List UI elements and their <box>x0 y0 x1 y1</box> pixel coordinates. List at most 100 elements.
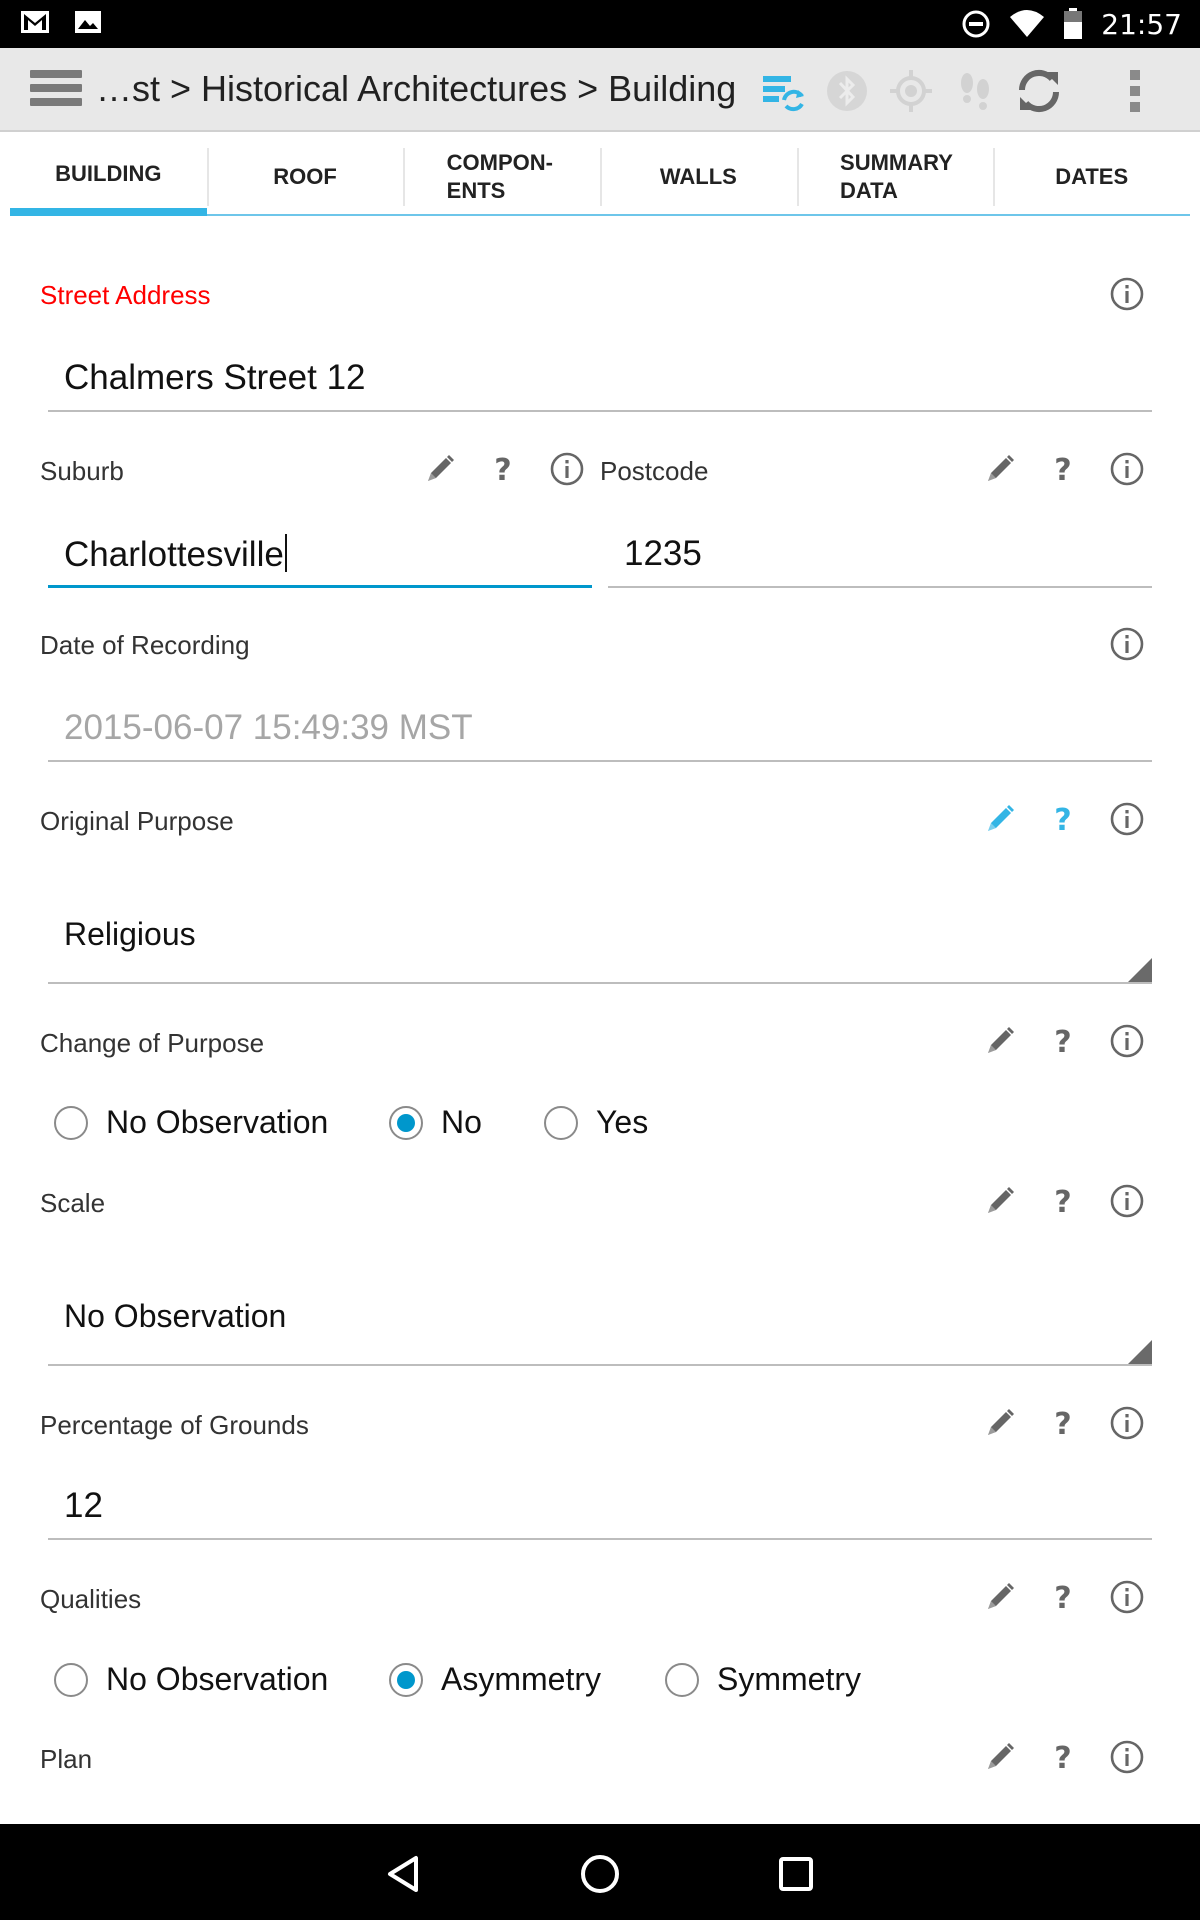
tab-summary-data[interactable]: SUMMARY DATA <box>796 140 994 216</box>
info-icon[interactable] <box>1109 451 1145 487</box>
radio-label: No Observation <box>106 1104 329 1140</box>
radio-circle <box>389 1662 423 1697</box>
tab-label: ROOF <box>273 164 337 189</box>
radio-label: Yes <box>596 1104 649 1140</box>
suburb-input[interactable]: Charlottesville <box>48 528 592 588</box>
radio-no-observation[interactable]: No Observation <box>54 1104 328 1141</box>
scale-value: No Observation <box>64 1298 287 1334</box>
scale-label: Scale <box>40 1188 106 1218</box>
gps-icon[interactable] <box>886 66 936 116</box>
action-bar: …st > Historical Architectures > Buildin… <box>0 48 1200 132</box>
gallery-icon <box>75 11 101 33</box>
original-purpose-value: Religious <box>64 916 196 952</box>
pencil-icon[interactable] <box>982 1023 1018 1059</box>
status-bar: 21:57 <box>0 0 1200 48</box>
street-address-value: Chalmers Street 12 <box>64 358 366 397</box>
radio-circle <box>389 1105 423 1140</box>
back-icon[interactable] <box>382 1852 426 1896</box>
tab-roof[interactable]: ROOF <box>206 140 404 216</box>
plan-label: Plan <box>40 1744 93 1774</box>
radio-circle <box>665 1662 699 1697</box>
percentage-of-grounds-input[interactable]: 12 <box>48 1480 1152 1540</box>
wifi-icon <box>1010 10 1045 37</box>
change-of-purpose-label: Change of Purpose <box>40 1028 265 1058</box>
radio-circle <box>54 1662 88 1697</box>
pencil-icon[interactable] <box>982 451 1018 487</box>
radio-symmetry[interactable]: Symmetry <box>665 1661 861 1698</box>
pencil-icon[interactable] <box>982 801 1018 837</box>
street-address-label: Street Address <box>40 280 211 310</box>
info-icon[interactable] <box>1109 1405 1145 1441</box>
menu-icon[interactable] <box>30 70 82 110</box>
tab-label: SUMMARY DATA <box>840 150 953 203</box>
navigation-bar <box>0 1824 1200 1920</box>
status-time: 21:57 <box>1101 7 1182 41</box>
gmail-icon <box>21 11 49 33</box>
pencil-icon[interactable] <box>422 451 458 487</box>
suburb-value: Charlottesville <box>64 534 287 575</box>
info-icon[interactable] <box>549 451 585 487</box>
tab-dates[interactable]: DATES <box>993 140 1191 216</box>
postcode-label: Postcode <box>600 456 709 486</box>
date-of-recording-value: 2015-06-07 15:49:39 MST <box>64 708 473 747</box>
radio-no-observation[interactable]: No Observation <box>54 1661 328 1698</box>
footsteps-icon[interactable] <box>950 66 1000 116</box>
radio-asymmetry[interactable]: Asymmetry <box>389 1661 601 1698</box>
info-icon[interactable] <box>1109 626 1145 662</box>
info-icon[interactable] <box>1109 801 1145 837</box>
tab-components[interactable]: COMPON- ENTS <box>403 140 601 216</box>
home-icon[interactable] <box>578 1852 622 1896</box>
radio-circle <box>544 1105 578 1140</box>
help-icon[interactable] <box>1045 801 1081 837</box>
tab-walls[interactable]: WALLS <box>600 140 797 216</box>
suburb-label: Suburb <box>40 456 124 486</box>
info-icon[interactable] <box>1109 276 1145 312</box>
pencil-icon[interactable] <box>982 1739 1018 1775</box>
refresh-icon[interactable] <box>1014 66 1064 116</box>
tab-label: DATES <box>1055 164 1129 189</box>
percentage-of-grounds-label: Percentage of Grounds <box>40 1410 309 1440</box>
recents-icon[interactable] <box>774 1852 818 1896</box>
radio-label: Symmetry <box>717 1661 861 1697</box>
overflow-menu-icon[interactable] <box>1110 66 1160 116</box>
text-cursor <box>284 534 287 572</box>
postcode-input[interactable]: 1235 <box>608 528 1152 588</box>
help-icon[interactable] <box>1045 1183 1081 1219</box>
tab-building[interactable]: BUILDING <box>10 140 207 216</box>
bluetooth-icon[interactable] <box>822 66 872 116</box>
qualities-label: Qualities <box>40 1584 142 1614</box>
scale-dropdown[interactable]: No Observation <box>48 1266 1152 1366</box>
info-icon[interactable] <box>1109 1739 1145 1775</box>
tab-bar: BUILDING ROOF COMPON- ENTS WALLS SUMMARY… <box>10 140 1191 216</box>
original-purpose-dropdown[interactable]: Religious <box>48 884 1152 984</box>
date-of-recording-label: Date of Recording <box>40 630 250 660</box>
info-icon[interactable] <box>1109 1023 1145 1059</box>
radio-yes[interactable]: Yes <box>544 1104 648 1141</box>
help-icon[interactable] <box>1045 1023 1081 1059</box>
tab-label: COMPON- ENTS <box>446 150 553 203</box>
breadcrumb[interactable]: …st > Historical Architectures > Buildin… <box>96 68 736 110</box>
help-icon[interactable] <box>1045 1739 1081 1775</box>
radio-label: No <box>441 1104 482 1140</box>
help-icon[interactable] <box>1045 451 1081 487</box>
radio-circle <box>54 1105 88 1140</box>
date-of-recording-input: 2015-06-07 15:49:39 MST <box>48 702 1152 762</box>
tab-label: BUILDING <box>55 161 162 186</box>
pencil-icon[interactable] <box>982 1183 1018 1219</box>
help-icon[interactable] <box>1045 1579 1081 1615</box>
dropdown-indicator-icon <box>1128 1340 1152 1364</box>
postcode-value: 1235 <box>624 534 702 573</box>
radio-no[interactable]: No <box>389 1104 482 1141</box>
do-not-disturb-icon <box>962 10 990 38</box>
help-icon[interactable] <box>1045 1405 1081 1441</box>
info-icon[interactable] <box>1109 1579 1145 1615</box>
pencil-icon[interactable] <box>982 1579 1018 1615</box>
sync-status-icon[interactable] <box>758 66 808 116</box>
percentage-of-grounds-value: 12 <box>64 1486 103 1525</box>
radio-label: No Observation <box>106 1661 329 1697</box>
dropdown-indicator-icon <box>1128 958 1152 982</box>
help-icon[interactable] <box>485 451 521 487</box>
street-address-input[interactable]: Chalmers Street 12 <box>48 352 1152 412</box>
info-icon[interactable] <box>1109 1183 1145 1219</box>
pencil-icon[interactable] <box>982 1405 1018 1441</box>
